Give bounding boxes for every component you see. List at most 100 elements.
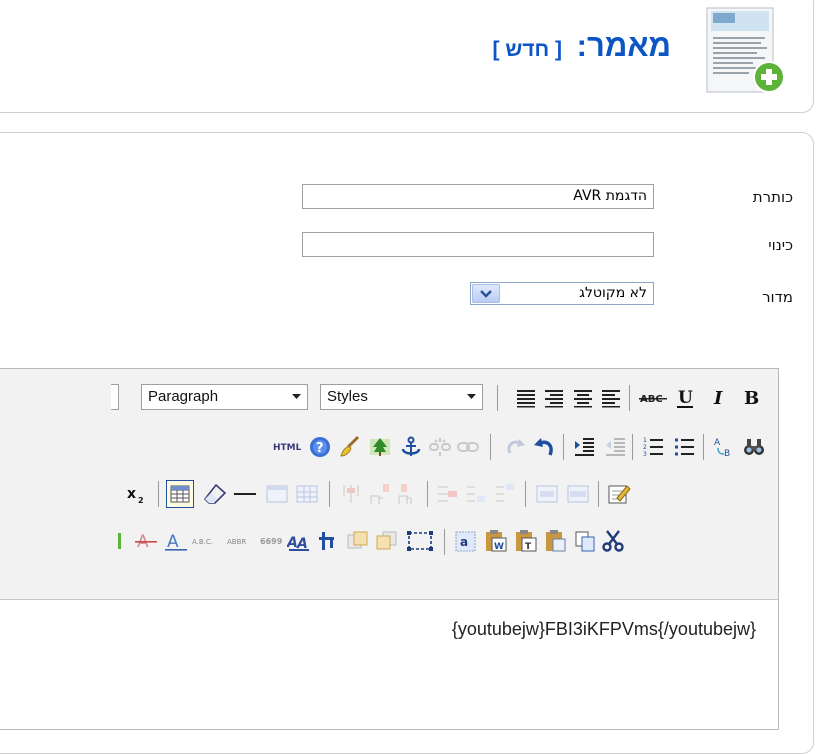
toolbar-separator xyxy=(427,481,428,507)
table-props-icon[interactable] xyxy=(566,482,590,506)
select-dropdown-button[interactable] xyxy=(472,284,500,303)
alias-label: כינוי xyxy=(768,236,793,254)
align-left-icon[interactable] xyxy=(599,386,623,410)
cleanup-icon[interactable] xyxy=(338,435,362,459)
eraser-icon[interactable] xyxy=(203,482,227,506)
ins-icon[interactable]: A xyxy=(164,529,188,553)
copy-icon[interactable] xyxy=(573,529,597,553)
styles-select-value: Styles xyxy=(327,388,368,405)
page-title-text: מאמר: xyxy=(576,28,671,63)
html-icon[interactable]: HTML xyxy=(271,435,301,459)
page-title: מאמר: [ חדש ] xyxy=(493,28,671,64)
editor-toolbar: Paragraph Styles ABC U I B HTML ? 123 xyxy=(0,369,778,600)
svg-text:ABBR: ABBR xyxy=(227,538,246,546)
title-label: כותרת xyxy=(752,188,793,206)
toolbar-separator xyxy=(329,481,330,507)
abbr-icon[interactable]: ABBR xyxy=(226,529,256,553)
cite-icon[interactable]: 6699 xyxy=(259,529,283,553)
undo-icon[interactable] xyxy=(532,435,556,459)
section-select[interactable]: לא מקוטלג xyxy=(470,282,654,305)
toolbar-separator xyxy=(525,481,526,507)
toolbar-separator xyxy=(563,434,564,460)
svg-text:a: a xyxy=(460,535,468,549)
svg-text:W: W xyxy=(494,542,504,552)
table-icon[interactable] xyxy=(166,480,194,508)
strikethrough-icon[interactable]: ABC xyxy=(638,386,670,410)
insertlayer-icon[interactable] xyxy=(316,529,340,553)
hr-icon[interactable] xyxy=(233,482,257,506)
toolbar-separator xyxy=(632,434,633,460)
toolbar-separator xyxy=(158,481,159,507)
title-input[interactable]: הדגמת AVR xyxy=(302,184,654,209)
alias-input[interactable] xyxy=(302,232,654,257)
align-right-icon[interactable] xyxy=(542,386,566,410)
section-select-value: לא מקוטלג xyxy=(579,285,647,301)
align-justify-icon[interactable] xyxy=(514,386,538,410)
replace-icon[interactable]: AB xyxy=(712,435,736,459)
paste-word-icon[interactable]: W xyxy=(484,529,508,553)
insert-row-before-icon[interactable] xyxy=(369,482,393,506)
page-subtitle: [ חדש ] xyxy=(492,38,563,61)
numbered-list-icon[interactable]: 123 xyxy=(641,435,665,459)
delete-row-icon[interactable] xyxy=(339,482,363,506)
layer-back-icon[interactable] xyxy=(375,529,399,553)
svg-text:A.B.C.: A.B.C. xyxy=(192,538,213,546)
paste-icon[interactable] xyxy=(544,529,568,553)
header-panel xyxy=(0,0,814,113)
toolbar-separator xyxy=(490,434,491,460)
toolbar-separator xyxy=(444,529,445,555)
section-label: מדור xyxy=(762,288,793,306)
svg-text:HTML: HTML xyxy=(273,443,301,453)
svg-text:2: 2 xyxy=(643,444,647,451)
align-center-icon[interactable] xyxy=(571,386,595,410)
del-icon[interactable]: A xyxy=(134,529,158,553)
table-icon-2[interactable] xyxy=(265,482,289,506)
svg-text:?: ? xyxy=(316,441,324,456)
toolbar-separator xyxy=(629,385,630,411)
unlink-icon[interactable] xyxy=(428,435,452,459)
article-add-icon xyxy=(706,7,785,93)
styleprops-icon[interactable]: AA xyxy=(287,529,311,553)
styles-select[interactable]: Styles xyxy=(320,384,483,410)
underline-icon[interactable]: U xyxy=(673,386,697,410)
font-select-edge[interactable] xyxy=(111,384,119,410)
edit-icon[interactable] xyxy=(607,482,631,506)
indent-icon[interactable] xyxy=(572,435,596,459)
redo-icon[interactable] xyxy=(504,435,528,459)
format-select[interactable]: Paragraph xyxy=(141,384,308,410)
insert-row-after-icon[interactable] xyxy=(397,482,421,506)
insert-column-before-icon[interactable] xyxy=(494,482,518,506)
cut-icon[interactable] xyxy=(601,529,625,553)
visualaid-icon[interactable] xyxy=(406,529,434,553)
chevron-down-icon xyxy=(467,394,476,399)
select-all-icon[interactable]: a xyxy=(454,529,478,553)
toolbar-separator xyxy=(598,481,599,507)
svg-text:U: U xyxy=(678,388,693,408)
layer-front-icon[interactable] xyxy=(346,529,370,553)
table-row-icon[interactable] xyxy=(535,482,559,506)
delete-column-icon[interactable] xyxy=(436,482,460,506)
acronym-icon[interactable]: A.B.C. xyxy=(191,529,221,553)
forecolor-icon[interactable] xyxy=(116,529,124,553)
insert-column-after-icon[interactable] xyxy=(465,482,489,506)
svg-text:2: 2 xyxy=(138,496,144,505)
svg-text:6699: 6699 xyxy=(260,537,283,546)
outdent-icon[interactable] xyxy=(603,435,627,459)
anchor-icon[interactable] xyxy=(399,435,423,459)
link-icon[interactable] xyxy=(456,435,480,459)
bullet-list-icon[interactable] xyxy=(672,435,696,459)
find-icon[interactable] xyxy=(742,435,766,459)
image-icon[interactable] xyxy=(368,435,392,459)
italic-icon[interactable]: I xyxy=(708,386,732,410)
subscript-icon[interactable]: x2 xyxy=(125,482,149,506)
svg-text:1: 1 xyxy=(643,437,647,444)
chevron-down-icon xyxy=(292,394,301,399)
format-select-value: Paragraph xyxy=(148,388,219,405)
svg-text:I: I xyxy=(713,388,723,409)
bold-icon[interactable]: B xyxy=(739,386,763,410)
cell-props-icon[interactable] xyxy=(295,482,319,506)
help-icon[interactable]: ? xyxy=(308,435,332,459)
editor-content[interactable]: {youtubejw}FBI3iKFPVms{/youtubejw} xyxy=(452,619,756,640)
svg-text:3: 3 xyxy=(643,451,647,458)
paste-text-icon[interactable]: T xyxy=(514,529,538,553)
